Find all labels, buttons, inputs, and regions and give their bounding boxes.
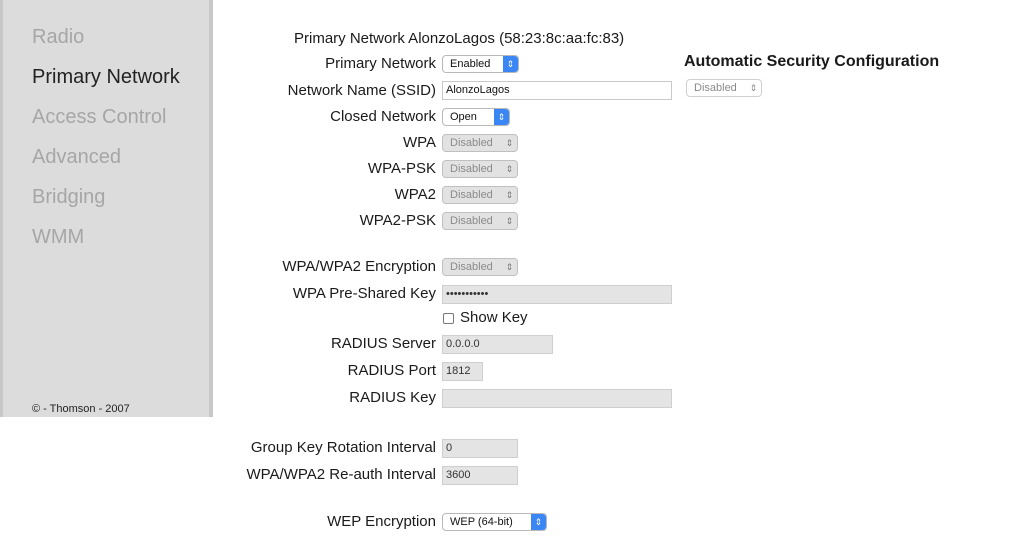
- closed-network-label: Closed Network: [330, 108, 436, 125]
- sidebar-item-bridging[interactable]: Bridging: [32, 186, 105, 209]
- updown-chevron-icon: ⇕: [494, 109, 509, 125]
- sidebar-item-wmm[interactable]: WMM: [32, 226, 84, 249]
- wep-encryption-select[interactable]: WEP (64-bit) ⇕: [442, 513, 547, 531]
- sidebar-item-access-control[interactable]: Access Control: [32, 106, 167, 129]
- closed-network-select[interactable]: Open ⇕: [442, 108, 510, 126]
- page-title: Primary Network AlonzoLagos (58:23:8c:aa…: [294, 30, 625, 47]
- primary-network-value: Enabled: [450, 58, 491, 70]
- sidebar-item-radio[interactable]: Radio: [32, 26, 84, 49]
- radius-key-input[interactable]: [442, 389, 672, 408]
- wpa2-psk-select[interactable]: Disabled ⇕: [442, 212, 518, 230]
- sidebar-item-advanced[interactable]: Advanced: [32, 146, 121, 169]
- radius-key-label: RADIUS Key: [349, 389, 436, 406]
- wpa2-label: WPA2: [394, 186, 436, 203]
- wep-encryption-label: WEP Encryption: [327, 513, 436, 530]
- copyright-text: © - Thomson - 2007: [32, 403, 130, 415]
- ssid-label: Network Name (SSID): [287, 82, 436, 99]
- updown-chevron-icon: ⇕: [505, 138, 514, 148]
- wpa2-psk-value: Disabled: [450, 215, 493, 227]
- psk-label: WPA Pre-Shared Key: [292, 285, 436, 302]
- auto-security-value: Disabled: [694, 82, 737, 94]
- show-key-label: Show Key: [460, 309, 528, 326]
- wep-encryption-value: WEP (64-bit): [450, 516, 513, 528]
- group-key-interval-label: Group Key Rotation Interval: [250, 439, 436, 456]
- updown-chevron-icon: ⇕: [505, 216, 514, 226]
- sidebar-item-primary-network[interactable]: Primary Network: [32, 66, 180, 89]
- radius-port-input[interactable]: 1812: [442, 362, 483, 381]
- updown-chevron-icon: ⇕: [531, 514, 546, 530]
- radius-server-input[interactable]: 0.0.0.0: [442, 335, 553, 354]
- encryption-label: WPA/WPA2 Encryption: [282, 258, 436, 275]
- encryption-select[interactable]: Disabled ⇕: [442, 258, 518, 276]
- auto-security-select[interactable]: Disabled ⇕: [686, 79, 762, 97]
- wpa2-select[interactable]: Disabled ⇕: [442, 186, 518, 204]
- encryption-value: Disabled: [450, 261, 493, 273]
- wpa-label: WPA: [402, 134, 436, 151]
- wpa-value: Disabled: [450, 137, 493, 149]
- group-key-interval-input[interactable]: 0: [442, 439, 518, 458]
- updown-chevron-icon: ⇕: [505, 262, 514, 272]
- updown-chevron-icon: ⇕: [505, 190, 514, 200]
- updown-chevron-icon: ⇕: [505, 164, 514, 174]
- wpa-psk-label: WPA-PSK: [367, 160, 436, 177]
- reauth-interval-label: WPA/WPA2 Re-auth Interval: [246, 466, 436, 483]
- updown-chevron-icon: ⇕: [503, 56, 518, 72]
- wpa-psk-value: Disabled: [450, 163, 493, 175]
- primary-network-select[interactable]: Enabled ⇕: [442, 55, 519, 73]
- primary-network-label: Primary Network: [325, 55, 436, 72]
- auto-security-title: Automatic Security Configuration: [684, 53, 940, 70]
- sidebar: Radio Primary Network Access Control Adv…: [0, 0, 213, 417]
- radius-port-label: RADIUS Port: [347, 362, 436, 379]
- wpa-psk-select[interactable]: Disabled ⇕: [442, 160, 518, 178]
- wpa2-value: Disabled: [450, 189, 493, 201]
- wpa-select[interactable]: Disabled ⇕: [442, 134, 518, 152]
- wpa2-psk-label: WPA2-PSK: [359, 212, 436, 229]
- show-key-checkbox[interactable]: [443, 313, 454, 324]
- updown-chevron-icon: ⇕: [749, 83, 758, 93]
- ssid-input[interactable]: AlonzoLagos: [442, 81, 672, 100]
- closed-network-value: Open: [450, 111, 477, 123]
- reauth-interval-input[interactable]: 3600: [442, 466, 518, 485]
- psk-input[interactable]: •••••••••••: [442, 285, 672, 304]
- radius-server-label: RADIUS Server: [330, 335, 436, 352]
